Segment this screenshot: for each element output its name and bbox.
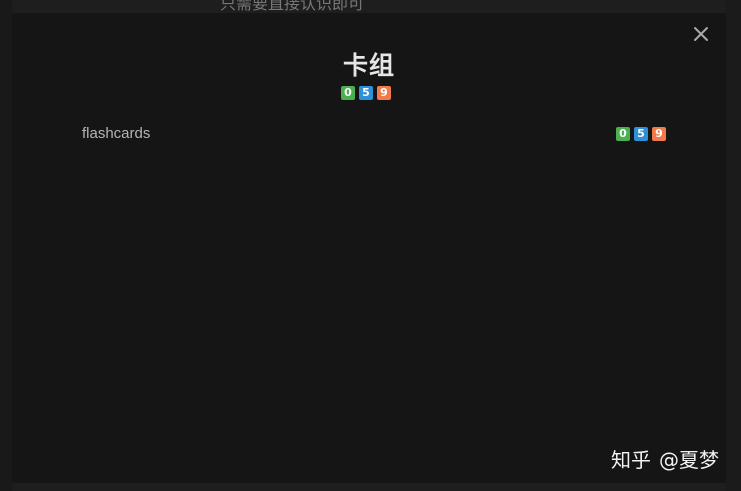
deck-due-count-badge: 9 [652, 127, 666, 141]
watermark: 知乎 @夏梦 [611, 444, 719, 473]
modal-title: 卡组 [342, 51, 395, 80]
close-icon[interactable] [692, 25, 710, 43]
background-right-panel [726, 0, 741, 491]
learning-count-badge: 5 [359, 86, 373, 100]
deck-name[interactable]: flashcards [82, 125, 150, 142]
new-count-badge: 0 [341, 86, 355, 100]
deck-counts: 0 5 9 [616, 127, 666, 141]
background-document-text: 只需要直接认识即可 [220, 0, 365, 13]
watermark-author: @夏梦 [659, 448, 719, 472]
flashcard-decks-modal: 卡组 0 5 9 flashcards 0 5 9 [12, 13, 726, 483]
summary-counts: 0 5 9 [341, 86, 391, 100]
deck-learning-count-badge: 5 [634, 127, 648, 141]
watermark-brand: 知乎 [611, 448, 651, 472]
deck-new-count-badge: 0 [616, 127, 630, 141]
due-count-badge: 9 [377, 86, 391, 100]
background-left-panel [0, 0, 12, 491]
deck-row-flashcards[interactable]: flashcards 0 5 9 [82, 125, 666, 147]
